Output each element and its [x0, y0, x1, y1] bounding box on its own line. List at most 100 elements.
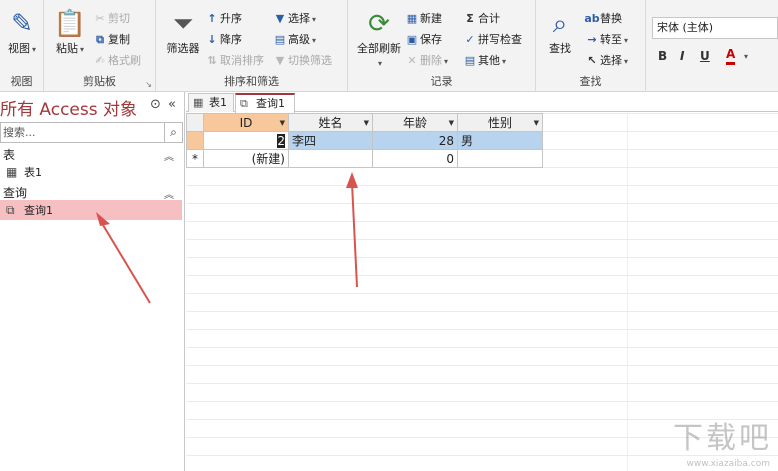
- copy-button[interactable]: ⧉ 复制: [92, 31, 130, 49]
- search-icon[interactable]: ⌕: [164, 123, 182, 142]
- header-row: ID ▼ 姓名 ▼ 年龄 ▼ 性别 ▼: [186, 113, 543, 132]
- new-record-button[interactable]: ▦ 新建: [404, 10, 442, 28]
- cell-new-gender[interactable]: [457, 149, 543, 168]
- cursor-icon: ↖: [587, 54, 597, 67]
- find-button[interactable]: ⌕ 查找: [542, 8, 578, 56]
- replace-button[interactable]: ab替换: [584, 10, 622, 28]
- nav-item-table1[interactable]: ▦ 表1: [0, 162, 182, 182]
- table-icon: ▦: [193, 96, 204, 109]
- font-color-button[interactable]: A: [726, 47, 736, 65]
- cut-button[interactable]: ✂ 剪切: [92, 10, 130, 28]
- tab-query1[interactable]: ⧉ 查询1: [235, 93, 295, 113]
- cell-id[interactable]: 2: [203, 131, 289, 150]
- column-header-id[interactable]: ID ▼: [203, 113, 289, 132]
- italic-button[interactable]: I: [680, 47, 684, 65]
- sort-ascending-icon: ↑: [207, 12, 217, 25]
- nav-item-query1[interactable]: ⧉ 查询1: [0, 200, 182, 220]
- sort-filter-group-label: 排序和筛选: [224, 75, 279, 88]
- sort-dropdown-icon[interactable]: ▼: [280, 114, 285, 132]
- font-name-select[interactable]: 宋体 (主体): [652, 17, 778, 39]
- nav-search-input[interactable]: 搜索... ⌕: [0, 122, 183, 143]
- cell-new-age[interactable]: 0: [372, 149, 458, 168]
- watermark-url: www.xiazaiba.com: [686, 459, 770, 469]
- view-button[interactable]: ✎ 视图 ▾: [4, 8, 40, 56]
- row-selector[interactable]: [186, 131, 204, 150]
- sigma-icon: Σ: [466, 12, 474, 25]
- tab-table1[interactable]: ▦ 表1: [188, 93, 234, 112]
- totals-button[interactable]: Σ 合计: [462, 10, 500, 28]
- clear-sort-button[interactable]: ⇅ 取消排序: [204, 52, 264, 70]
- nav-pane-title[interactable]: 所有 Access 对象: [0, 95, 137, 120]
- grid-line: [627, 113, 628, 471]
- scissors-icon: ✂: [95, 12, 105, 25]
- dialog-launcher-icon[interactable]: ↘: [145, 80, 152, 89]
- save-record-button[interactable]: ▣ 保存: [404, 31, 442, 49]
- select-button[interactable]: ↖ 选择 ▾: [584, 52, 628, 70]
- clipboard-group: 📋 粘贴 ▾ ✂ 剪切 ⧉ 复制 ✍ 格式刷 剪贴板 ↘: [44, 0, 156, 92]
- nav-menu-icon[interactable]: ⊙: [150, 97, 161, 112]
- view-group: ✎ 视图 ▾ 视图: [0, 0, 44, 92]
- column-header-name[interactable]: 姓名 ▼: [288, 113, 373, 132]
- chevron-up-icon[interactable]: ︽: [164, 148, 174, 163]
- more-icon: ▤: [464, 54, 476, 67]
- nav-section-tables[interactable]: 表: [3, 146, 15, 163]
- column-header-age[interactable]: 年龄 ▼: [372, 113, 458, 132]
- sort-dropdown-icon[interactable]: ▼: [364, 114, 369, 132]
- clipboard-icon: 📋: [53, 9, 87, 39]
- new-row-marker[interactable]: *: [186, 149, 204, 168]
- nav-collapse-icon[interactable]: «: [168, 97, 176, 112]
- advanced-filter-button[interactable]: ▤ 高级 ▾: [272, 31, 316, 49]
- nav-section-queries[interactable]: 查询: [3, 184, 27, 201]
- sort-descending-icon: ↓: [207, 33, 217, 46]
- funnel-icon: ⏷: [172, 9, 194, 39]
- advanced-filter-icon: ▤: [274, 33, 286, 46]
- sort-dropdown-icon[interactable]: ▼: [534, 114, 539, 132]
- spelling-icon: ✓: [465, 33, 475, 46]
- toggle-filter-button[interactable]: ▼ 切换筛选: [272, 52, 332, 70]
- records-group-label: 记录: [430, 75, 453, 88]
- watermark-logo: 下载吧: [673, 421, 772, 456]
- font-color-dropdown-icon[interactable]: ▾: [744, 52, 748, 61]
- query-icon: ⧉: [240, 97, 248, 110]
- spelling-button[interactable]: ✓ 拼写检查: [462, 31, 522, 49]
- more-button[interactable]: ▤ 其他 ▾: [462, 52, 506, 70]
- select-all-cell[interactable]: [186, 113, 204, 132]
- cell-new-name[interactable]: [288, 149, 373, 168]
- goto-button[interactable]: → 转至 ▾: [584, 31, 628, 49]
- clear-sort-icon: ⇅: [207, 54, 217, 67]
- replace-icon: ab: [584, 12, 600, 25]
- sort-filter-group: ⏷ 筛选器 ↑ 升序 ↓ 降序 ⇅ 取消排序 ▼ 选择 ▾ ▤ 高级 ▾ ▼ 切换筛选 排序和筛…: [156, 0, 348, 92]
- new-record-row[interactable]: * (新建) 0: [186, 149, 543, 168]
- cell-gender[interactable]: 男: [457, 131, 543, 150]
- table-row[interactable]: 2 李四 28 男: [186, 131, 543, 150]
- format-painter-button[interactable]: ✍ 格式刷: [92, 52, 141, 70]
- delete-record-button[interactable]: ✕ 删除 ▾: [404, 52, 448, 70]
- navigation-pane: 所有 Access 对象 ⊙ « 搜索... ⌕ 表 ︽ ▦ 表1 查询 ︽ ⧉ 查…: [0, 92, 185, 471]
- refresh-all-button[interactable]: ⟳ 全部刷新 ▾: [354, 8, 404, 69]
- underline-button[interactable]: U: [700, 47, 710, 65]
- sort-ascending-button[interactable]: ↑ 升序: [204, 10, 242, 28]
- cell-name[interactable]: 李四: [288, 131, 373, 150]
- cell-new-id[interactable]: (新建): [203, 149, 289, 168]
- delete-icon: ✕: [407, 54, 417, 67]
- refresh-icon: ⟳: [368, 9, 390, 39]
- cell-age[interactable]: 28: [372, 131, 458, 150]
- ribbon: ✎ 视图 ▾ 视图 📋 粘贴 ▾ ✂ 剪切 ⧉ 复制 ✍ 格式刷 剪贴板 ↘ ⏷ 筛选器 …: [0, 0, 778, 92]
- paste-button[interactable]: 📋 粘贴 ▾: [52, 8, 88, 56]
- query-icon: ⧉: [6, 203, 15, 217]
- document-tabs: ▦ 表1 ⧉ 查询1: [186, 92, 778, 113]
- sort-dropdown-icon[interactable]: ▼: [449, 114, 454, 132]
- filter-button[interactable]: ⏷ 筛选器: [164, 8, 202, 56]
- chevron-up-icon[interactable]: ︽: [164, 186, 174, 201]
- table-icon: ▦: [6, 165, 18, 179]
- sort-descending-button[interactable]: ↓ 降序: [204, 31, 242, 49]
- view-group-label: 视图: [10, 75, 33, 88]
- column-header-gender[interactable]: 性别 ▼: [457, 113, 543, 132]
- arrow-right-icon: →: [587, 33, 597, 46]
- new-record-icon: ▦: [406, 12, 418, 25]
- view-icon: ✎: [11, 9, 33, 39]
- selection-filter-button[interactable]: ▼ 选择 ▾: [272, 10, 316, 28]
- bold-button[interactable]: B: [658, 47, 667, 65]
- save-icon: ▣: [406, 33, 418, 46]
- selection-filter-icon: ▼: [275, 12, 285, 25]
